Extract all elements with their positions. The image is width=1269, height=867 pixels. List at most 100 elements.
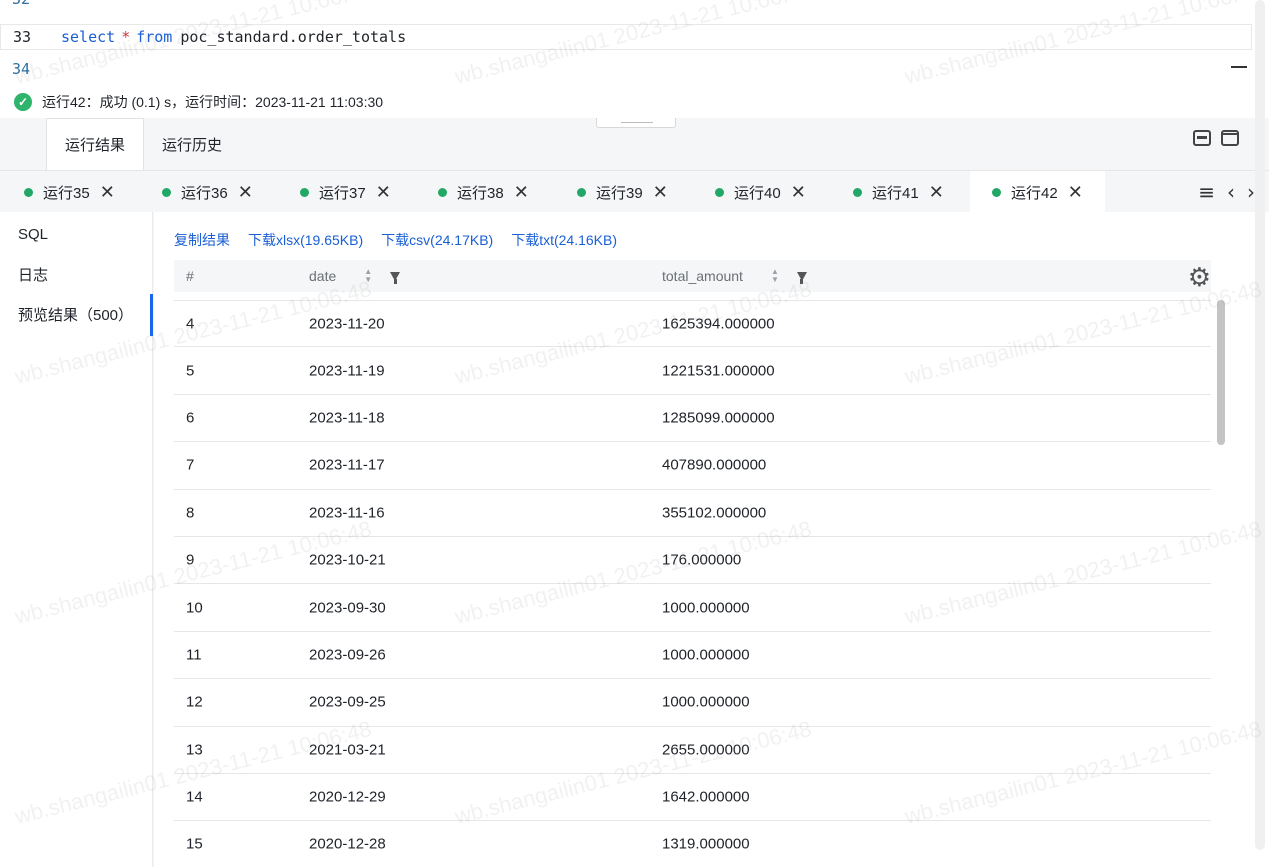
run-tab-36[interactable]: 运行36 ✕ xyxy=(162,171,253,213)
close-icon[interactable]: ✕ xyxy=(929,182,944,203)
sql-keyword-select: select xyxy=(61,28,116,46)
column-header-date[interactable]: date ▲ ▼ xyxy=(309,268,401,284)
cell-date: 2023-10-21 xyxy=(309,551,386,569)
tab-navigation: ≡ ‹ › xyxy=(1198,171,1255,213)
run-tab-label: 运行37 xyxy=(319,184,366,202)
run-tab-label: 运行42 xyxy=(1011,184,1058,202)
cell-date: 2023-11-19 xyxy=(309,362,385,380)
table-row[interactable]: 5 2023-11-19 1221531.000000 xyxy=(174,347,1211,395)
page-scrollbar[interactable] xyxy=(1255,0,1265,850)
collapse-icon[interactable] xyxy=(1231,66,1247,68)
table-scrollbar[interactable] xyxy=(1217,300,1225,445)
cell-total-amount: 1642.000000 xyxy=(662,788,750,806)
copy-result-link[interactable]: 复制结果 xyxy=(174,230,230,250)
editor-line-32[interactable]: 32 xyxy=(0,0,1252,12)
close-icon[interactable]: ✕ xyxy=(238,182,253,203)
sidebar-item-log[interactable]: 日志 xyxy=(0,254,152,294)
close-icon[interactable]: ✕ xyxy=(376,182,391,203)
status-dot-icon xyxy=(992,187,1001,197)
run-status: ✓ 运行42：成功 (0.1) s，运行时间：2023-11-21 11:03:… xyxy=(14,92,383,112)
table-body: 4 2023-11-20 1625394.000000 5 2023-11-19 122… xyxy=(174,300,1211,867)
sql-table-name: poc_standard.order_totals xyxy=(180,28,407,46)
table-row[interactable]: 7 2023-11-17 407890.000000 xyxy=(174,442,1211,490)
table-row[interactable]: 10 2023-09-30 1000.000000 xyxy=(174,584,1211,632)
run-tab-41[interactable]: 运行41 ✕ xyxy=(853,171,944,213)
table-row[interactable]: 4 2023-11-20 1625394.000000 xyxy=(174,300,1211,348)
editor-line-34[interactable]: 34 xyxy=(0,56,1252,82)
run-tabs-bar: 运行35 ✕ 运行36 ✕ 运行37 ✕ 运行38 ✕ 运行39 ✕ 运行40 … xyxy=(0,170,1269,213)
menu-icon[interactable]: ≡ xyxy=(1198,180,1215,204)
cell-date: 2023-11-18 xyxy=(309,409,385,427)
cell-total-amount: 1319.000000 xyxy=(662,835,750,853)
close-icon[interactable]: ✕ xyxy=(1068,182,1083,203)
table-header: # date ▲ ▼ total_amount ▲ ▼ ⚙ xyxy=(174,260,1211,292)
download-csv-link[interactable]: 下载csv(24.17KB) xyxy=(381,230,493,250)
result-panel: 运行结果 运行历史 运行35 ✕ 运行36 ✕ 运行37 ✕ 运行38 ✕ 运行… xyxy=(0,118,1269,867)
sort-icon[interactable]: ▲ ▼ xyxy=(771,268,779,284)
run-tab-label: 运行40 xyxy=(734,184,781,202)
cell-index: 10 xyxy=(186,599,203,617)
sidebar-item-sql[interactable]: SQL xyxy=(0,214,152,254)
maximize-panel-icon[interactable] xyxy=(1221,130,1239,146)
cell-index: 7 xyxy=(186,456,195,474)
table-row[interactable]: 8 2023-11-16 355102.000000 xyxy=(174,490,1211,537)
cell-index: 13 xyxy=(186,741,203,759)
close-icon[interactable]: ✕ xyxy=(514,182,529,203)
tab-run-result[interactable]: 运行结果 xyxy=(46,118,145,170)
minimize-panel-icon[interactable] xyxy=(1193,130,1211,146)
resize-handle[interactable] xyxy=(596,118,676,128)
close-icon[interactable]: ✕ xyxy=(100,182,115,203)
status-dot-icon xyxy=(853,187,862,197)
status-dot-icon xyxy=(577,187,586,197)
sort-icon[interactable]: ▲ ▼ xyxy=(364,268,372,284)
column-header-total-amount[interactable]: total_amount ▲ ▼ xyxy=(662,268,807,284)
sql-editor[interactable]: 32 33 select * from poc_standard.order_t… xyxy=(0,0,1269,86)
chevron-left-icon[interactable]: ‹ xyxy=(1227,180,1235,204)
cell-date: 2023-11-16 xyxy=(309,504,385,522)
filter-icon[interactable] xyxy=(390,271,401,284)
run-tab-42[interactable]: 运行42 ✕ xyxy=(970,171,1105,213)
result-actions: 复制结果 下载xlsx(19.65KB) 下载csv(24.17KB) 下载tx… xyxy=(174,230,617,250)
table-row[interactable]: 14 2020-12-29 1642.000000 xyxy=(174,774,1211,822)
run-tab-35[interactable]: 运行35 ✕ xyxy=(24,171,115,213)
run-tab-label: 运行35 xyxy=(43,184,90,202)
run-tab-37[interactable]: 运行37 ✕ xyxy=(300,171,391,213)
close-icon[interactable]: ✕ xyxy=(653,182,668,203)
table-row[interactable]: 12 2023-09-25 1000.000000 xyxy=(174,679,1211,727)
cell-total-amount: 176.000000 xyxy=(662,551,742,569)
status-dot-icon xyxy=(438,187,447,197)
cell-date: 2020-12-28 xyxy=(309,835,386,853)
cell-index: 11 xyxy=(186,646,202,664)
run-tab-39[interactable]: 运行39 ✕ xyxy=(577,171,668,213)
cell-total-amount: 355102.000000 xyxy=(662,504,767,522)
table-row[interactable]: 15 2020-12-28 1319.000000 xyxy=(174,821,1211,867)
close-icon[interactable]: ✕ xyxy=(791,182,806,203)
cell-index: 14 xyxy=(186,788,203,806)
cell-index: 9 xyxy=(186,551,195,569)
chevron-right-icon[interactable]: › xyxy=(1247,180,1255,204)
run-tab-38[interactable]: 运行38 ✕ xyxy=(438,171,529,213)
line-number: 33 xyxy=(13,28,32,46)
line-number: 34 xyxy=(12,60,31,78)
download-xlsx-link[interactable]: 下载xlsx(19.65KB) xyxy=(248,230,363,250)
run-tab-label: 运行41 xyxy=(872,184,919,202)
result-sidebar: SQL 日志 预览结果（500） xyxy=(0,212,153,867)
run-tab-40[interactable]: 运行40 ✕ xyxy=(715,171,806,213)
sidebar-item-preview[interactable]: 预览结果（500） xyxy=(0,294,153,336)
table-row[interactable]: 6 2023-11-18 1285099.000000 xyxy=(174,395,1211,443)
result-tabs: 运行结果 运行历史 xyxy=(46,118,240,170)
tab-run-history[interactable]: 运行历史 xyxy=(144,118,240,170)
gear-icon[interactable]: ⚙ xyxy=(1188,262,1211,293)
filter-icon[interactable] xyxy=(796,271,807,284)
window-controls xyxy=(1193,130,1239,146)
table-row[interactable]: 9 2023-10-21 176.000000 xyxy=(174,537,1211,585)
table-row[interactable]: 13 2021-03-21 2655.000000 xyxy=(174,727,1211,774)
download-txt-link[interactable]: 下载txt(24.16KB) xyxy=(511,230,617,250)
result-content: 复制结果 下载xlsx(19.65KB) 下载csv(24.17KB) 下载tx… xyxy=(154,212,1269,867)
table-row[interactable]: 11 2023-09-26 1000.000000 xyxy=(174,632,1211,680)
cell-date: 2023-09-26 xyxy=(309,646,386,664)
status-dot-icon xyxy=(162,187,171,197)
sql-keyword-from: from xyxy=(136,28,173,46)
editor-line-33[interactable]: 33 select * from poc_standard.order_tota… xyxy=(0,24,1252,50)
cell-index: 5 xyxy=(186,362,195,380)
